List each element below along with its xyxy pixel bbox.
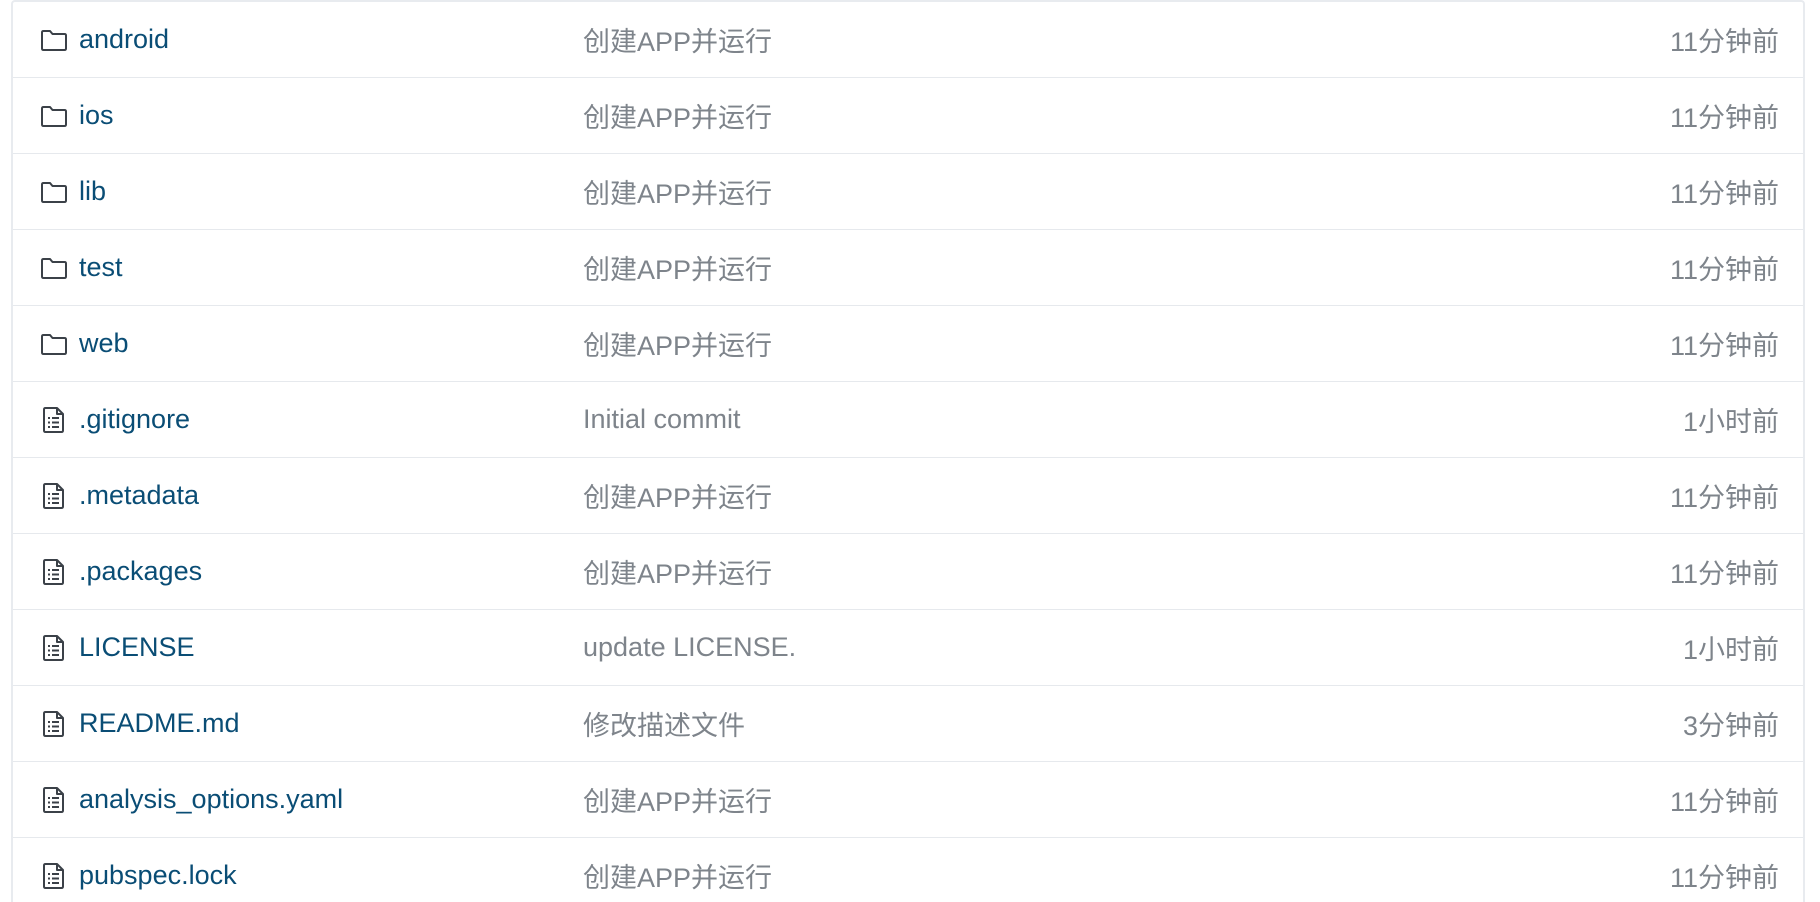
commit-message-link[interactable]: 创建APP并运行 bbox=[583, 856, 772, 895]
file-row: ios 创建APP并运行 11分钟前 bbox=[13, 78, 1803, 154]
file-icon bbox=[39, 785, 69, 815]
file-name-link[interactable]: .packages bbox=[79, 556, 202, 587]
file-name-cell: README.md bbox=[39, 708, 240, 739]
file-row: pubspec.lock 创建APP并运行 11分钟前 bbox=[13, 838, 1803, 902]
file-name-link[interactable]: .gitignore bbox=[79, 404, 190, 435]
file-row: android 创建APP并运行 11分钟前 bbox=[13, 2, 1803, 78]
file-name-link[interactable]: .metadata bbox=[79, 480, 199, 511]
commit-message-link[interactable]: Initial commit bbox=[583, 404, 741, 435]
commit-time: 11分钟前 bbox=[1669, 559, 1779, 589]
file-name-link[interactable]: analysis_options.yaml bbox=[79, 784, 343, 815]
file-name-link[interactable]: README.md bbox=[79, 708, 240, 739]
file-row: web 创建APP并运行 11分钟前 bbox=[13, 306, 1803, 382]
file-name-link[interactable]: test bbox=[79, 252, 123, 283]
file-name-cell: LICENSE bbox=[39, 632, 195, 663]
file-row: .metadata 创建APP并运行 11分钟前 bbox=[13, 458, 1803, 534]
commit-message-link[interactable]: 创建APP并运行 bbox=[583, 20, 772, 59]
commit-message-link[interactable]: 创建APP并运行 bbox=[583, 248, 772, 287]
folder-icon bbox=[39, 253, 69, 283]
commit-time: 3分钟前 bbox=[1682, 711, 1779, 741]
file-name-cell: web bbox=[39, 328, 129, 359]
file-row: .packages 创建APP并运行 11分钟前 bbox=[13, 534, 1803, 610]
commit-message-link[interactable]: 创建APP并运行 bbox=[583, 476, 772, 515]
file-name-link[interactable]: android bbox=[79, 24, 169, 55]
file-row: LICENSE update LICENSE. 1小时前 bbox=[13, 610, 1803, 686]
file-name-cell: android bbox=[39, 24, 169, 55]
commit-time: 11分钟前 bbox=[1669, 331, 1779, 361]
file-name-link[interactable]: ios bbox=[79, 100, 114, 131]
file-icon bbox=[39, 861, 69, 891]
file-icon bbox=[39, 481, 69, 511]
file-row: test 创建APP并运行 11分钟前 bbox=[13, 230, 1803, 306]
folder-icon bbox=[39, 177, 69, 207]
file-name-cell: pubspec.lock bbox=[39, 860, 237, 891]
commit-time: 11分钟前 bbox=[1669, 255, 1779, 285]
file-name-link[interactable]: lib bbox=[79, 176, 106, 207]
file-row: lib 创建APP并运行 11分钟前 bbox=[13, 154, 1803, 230]
file-icon bbox=[39, 557, 69, 587]
folder-icon bbox=[39, 25, 69, 55]
file-name-cell: .gitignore bbox=[39, 404, 190, 435]
commit-message-link[interactable]: update LICENSE. bbox=[583, 632, 796, 663]
commit-time: 1小时前 bbox=[1682, 635, 1779, 665]
commit-time: 11分钟前 bbox=[1669, 483, 1779, 513]
file-name-link[interactable]: web bbox=[79, 328, 129, 359]
file-name-link[interactable]: pubspec.lock bbox=[79, 860, 237, 891]
file-name-link[interactable]: LICENSE bbox=[79, 632, 195, 663]
file-name-cell: .packages bbox=[39, 556, 202, 587]
commit-time: 11分钟前 bbox=[1669, 27, 1779, 57]
file-list: android 创建APP并运行 11分钟前 ios 创建APP并运行 11分钟… bbox=[11, 0, 1805, 902]
commit-time: 11分钟前 bbox=[1669, 179, 1779, 209]
commit-message-link[interactable]: 创建APP并运行 bbox=[583, 324, 772, 363]
commit-message-link[interactable]: 创建APP并运行 bbox=[583, 780, 772, 819]
file-name-cell: ios bbox=[39, 100, 114, 131]
folder-icon bbox=[39, 101, 69, 131]
file-name-cell: .metadata bbox=[39, 480, 199, 511]
commit-time: 11分钟前 bbox=[1669, 103, 1779, 133]
file-row: README.md 修改描述文件 3分钟前 bbox=[13, 686, 1803, 762]
folder-icon bbox=[39, 329, 69, 359]
commit-message-link[interactable]: 修改描述文件 bbox=[583, 704, 745, 743]
file-icon bbox=[39, 405, 69, 435]
commit-time: 11分钟前 bbox=[1669, 863, 1779, 893]
file-name-cell: test bbox=[39, 252, 123, 283]
file-icon bbox=[39, 709, 69, 739]
file-name-cell: analysis_options.yaml bbox=[39, 784, 343, 815]
file-icon bbox=[39, 633, 69, 663]
commit-time: 1小时前 bbox=[1682, 407, 1779, 437]
file-row: .gitignore Initial commit 1小时前 bbox=[13, 382, 1803, 458]
commit-time: 11分钟前 bbox=[1669, 787, 1779, 817]
file-row: analysis_options.yaml 创建APP并运行 11分钟前 bbox=[13, 762, 1803, 838]
file-name-cell: lib bbox=[39, 176, 106, 207]
commit-message-link[interactable]: 创建APP并运行 bbox=[583, 172, 772, 211]
commit-message-link[interactable]: 创建APP并运行 bbox=[583, 552, 772, 591]
commit-message-link[interactable]: 创建APP并运行 bbox=[583, 96, 772, 135]
